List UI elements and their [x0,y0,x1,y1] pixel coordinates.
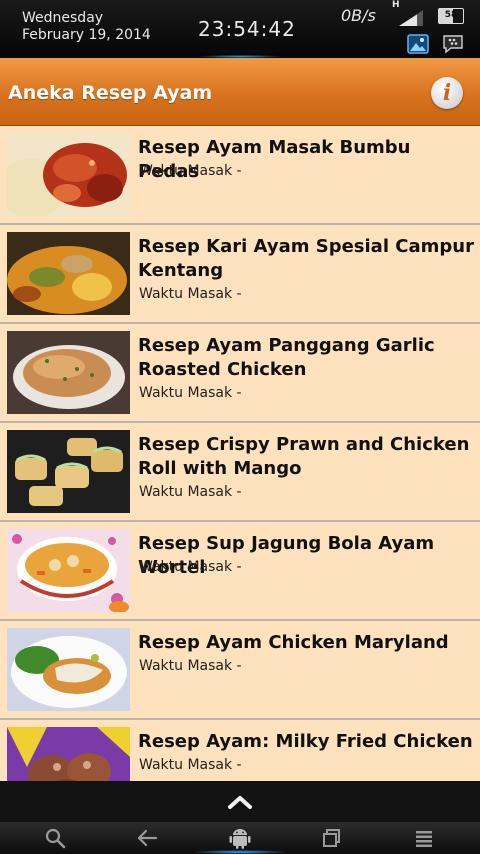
recipe-title: Resep Ayam: Milky Fried Chicken [138,731,473,752]
recipe-subtitle: Waktu Masak - [139,559,242,575]
recipe-subtitle: Waktu Masak - [139,484,242,500]
status-date: Wednesday February 19, 2014 [22,10,151,44]
back-icon[interactable] [135,826,161,850]
recipe-thumbnail [7,331,130,414]
android-home-icon[interactable] [227,826,253,850]
picture-icon[interactable] [407,34,429,54]
recipe-title: Resep Ayam Panggang Garlic Roasted Chick… [138,335,435,380]
chevron-up-icon[interactable] [228,795,252,809]
list-item[interactable]: Resep Ayam Masak Bumbu Pedas Waktu Masak… [0,126,480,225]
search-icon[interactable] [43,826,69,850]
info-icon[interactable]: i [431,77,463,109]
recipe-title: Resep Crispy Prawn and Chicken Roll with… [138,434,470,479]
recipe-thumbnail [7,529,130,612]
status-day: Wednesday [22,10,104,26]
recipe-thumbnail [7,232,130,315]
list-item[interactable]: Resep Ayam: Milky Fried Chicken Waktu Ma… [0,720,480,781]
recipe-subtitle: Waktu Masak - [139,385,242,401]
list-item[interactable]: Resep Ayam Chicken Maryland Waktu Masak … [0,621,480,720]
recipe-subtitle: Waktu Masak - [139,658,242,674]
recipe-thumbnail [7,727,130,781]
title-bar: Aneka Resep Ayam [0,58,480,126]
list-item[interactable]: Resep Crispy Prawn and Chicken Roll with… [0,423,480,522]
recipe-thumbnail [7,133,130,216]
recipe-title: Resep Kari Ayam Spesial Campur Kentang [138,236,474,281]
list-item[interactable]: Resep Kari Ayam Spesial Campur Kentang W… [0,225,480,324]
chat-icon[interactable] [442,34,464,54]
status-clock: 23:54:42 [198,17,296,41]
home-glow [195,850,285,854]
recipe-subtitle: Waktu Masak - [139,757,242,773]
list-item[interactable]: Resep Ayam Panggang Garlic Roasted Chick… [0,324,480,423]
battery-icon: 58 [438,8,464,24]
menu-icon[interactable] [411,826,437,850]
page-title: Aneka Resep Ayam [8,82,213,104]
status-bar: Wednesday February 19, 2014 23:54:42 0B/… [0,0,480,58]
recipe-thumbnail [7,430,130,513]
network-type: H [392,0,400,10]
recipe-subtitle: Waktu Masak - [139,163,242,179]
expand-bar[interactable] [0,781,480,822]
recent-apps-icon[interactable] [319,826,345,850]
recipe-list[interactable]: Resep Ayam Masak Bumbu Pedas Waktu Masak… [0,126,480,781]
signal-icon [399,10,423,26]
list-item[interactable]: Resep Sup Jagung Bola Ayam Wortel Waktu … [0,522,480,621]
recipe-subtitle: Waktu Masak - [139,286,242,302]
recipe-title: Resep Ayam Chicken Maryland [138,632,449,653]
status-full-date: February 19, 2014 [22,27,151,43]
network-speed: 0B/s [341,6,376,25]
recipe-thumbnail [7,628,130,711]
battery-level: 58 [444,10,458,20]
